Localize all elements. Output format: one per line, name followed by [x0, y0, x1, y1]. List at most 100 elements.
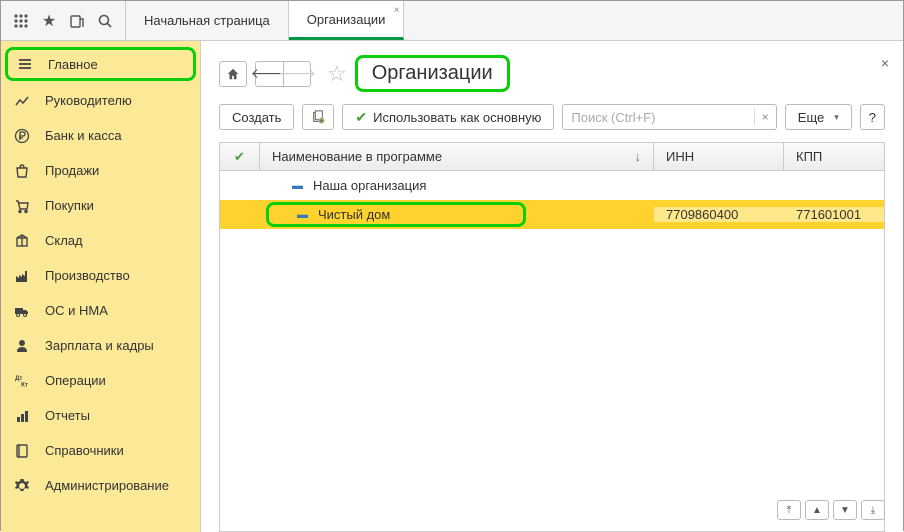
sidebar-item-label: Руководителю	[45, 93, 132, 108]
star-icon[interactable]: ★	[37, 9, 61, 33]
table-header: ✔ Наименование в программе ↓ ИНН КПП	[220, 143, 884, 171]
sidebar-item-label: Администрирование	[45, 478, 169, 493]
search-box[interactable]: ×	[562, 104, 776, 130]
table: ✔ Наименование в программе ↓ ИНН КПП ▬ Н…	[219, 142, 885, 532]
reports-icon	[13, 407, 31, 425]
svg-text:Кт: Кт	[21, 381, 28, 388]
sidebar-item-main[interactable]: Главное	[5, 47, 196, 81]
gear-icon	[13, 477, 31, 495]
top-toolbar: ★ Начальная страница Организации ×	[1, 1, 903, 41]
tab-home-label: Начальная страница	[144, 13, 270, 28]
sidebar-item-label: Зарплата и кадры	[45, 338, 154, 353]
search-clear-icon[interactable]: ×	[754, 108, 772, 126]
table-row-selected[interactable]: ▬ Чистый дом 7709860400 771601001	[220, 200, 884, 229]
column-check[interactable]: ✔	[220, 143, 260, 170]
apps-icon[interactable]	[9, 9, 33, 33]
scroll-down-button[interactable]: ▼	[833, 500, 857, 520]
help-label: ?	[869, 110, 876, 125]
ruble-icon	[13, 127, 31, 145]
check-icon: ✔	[355, 109, 367, 126]
more-button[interactable]: Еще	[785, 104, 852, 130]
help-button[interactable]: ?	[860, 104, 885, 130]
title-highlight: Организации	[355, 55, 510, 92]
sidebar: Главное Руководителю Банк и касса Продаж…	[1, 41, 201, 532]
sidebar-item-admin[interactable]: Администрирование	[1, 468, 200, 503]
bag-icon	[13, 162, 31, 180]
sidebar-item-operations[interactable]: ДтКт Операции	[1, 363, 200, 398]
sidebar-item-reports[interactable]: Отчеты	[1, 398, 200, 433]
column-kpp[interactable]: КПП	[784, 143, 884, 170]
search-input[interactable]	[571, 110, 753, 125]
tab-organizations[interactable]: Организации ×	[289, 1, 405, 40]
more-button-label: Еще	[798, 110, 824, 125]
sidebar-item-label: Главное	[48, 57, 98, 72]
column-kpp-label: КПП	[796, 149, 822, 164]
column-inn-label: ИНН	[666, 149, 694, 164]
create-button-label: Создать	[232, 110, 281, 125]
sidebar-item-label: Покупки	[45, 198, 94, 213]
truck-icon	[13, 302, 31, 320]
content-area: Главное Руководителю Банк и касса Продаж…	[1, 41, 903, 532]
main-panel: × 🡐 🡒 ☆ Организации Создать + ✔ Использо…	[201, 41, 903, 532]
sidebar-item-production[interactable]: Производство	[1, 258, 200, 293]
person-icon	[13, 337, 31, 355]
create-button[interactable]: Создать	[219, 104, 294, 130]
close-panel-icon[interactable]: ×	[881, 55, 889, 71]
factory-icon	[13, 267, 31, 285]
scroll-buttons: ⤒ ▲ ▼ ⤓	[777, 500, 885, 520]
tabs: Начальная страница Организации ×	[126, 1, 404, 40]
sidebar-item-purchases[interactable]: Покупки	[1, 188, 200, 223]
tree-marker-icon: ▬	[297, 209, 308, 221]
column-inn[interactable]: ИНН	[654, 143, 784, 170]
row-kpp-value: 771601001	[784, 207, 884, 222]
toolbar-row: Создать + ✔ Использовать как основную × …	[201, 102, 903, 142]
sidebar-item-label: Производство	[45, 268, 130, 283]
history-icon[interactable]	[65, 9, 89, 33]
box-icon	[13, 232, 31, 250]
sidebar-item-label: ОС и НМА	[45, 303, 108, 318]
sidebar-item-assets[interactable]: ОС и НМА	[1, 293, 200, 328]
sidebar-item-label: Справочники	[45, 443, 124, 458]
sidebar-item-bank[interactable]: Банк и касса	[1, 118, 200, 153]
column-name-label: Наименование в программе	[272, 149, 442, 164]
sidebar-item-label: Склад	[45, 233, 83, 248]
sidebar-item-label: Банк и касса	[45, 128, 122, 143]
tab-organizations-label: Организации	[307, 12, 386, 27]
nav-group: 🡐 🡒	[255, 61, 311, 87]
scroll-bottom-button[interactable]: ⤓	[861, 500, 885, 520]
sidebar-item-directories[interactable]: Справочники	[1, 433, 200, 468]
scroll-up-button[interactable]: ▲	[805, 500, 829, 520]
svg-text:+: +	[320, 118, 323, 124]
cart-icon	[13, 197, 31, 215]
table-row[interactable]: ▬ Наша организация	[220, 171, 884, 200]
main-header: 🡐 🡒 ☆ Организации	[201, 41, 903, 102]
row-name-label: Наша организация	[313, 178, 426, 193]
book-icon	[13, 442, 31, 460]
sidebar-item-label: Продажи	[45, 163, 99, 178]
operations-icon: ДтКт	[13, 372, 31, 390]
sidebar-item-manager[interactable]: Руководителю	[1, 83, 200, 118]
page-title: Организации	[372, 62, 493, 84]
tab-close-icon[interactable]: ×	[394, 5, 400, 16]
use-as-main-label: Использовать как основную	[373, 110, 541, 125]
home-button[interactable]	[219, 61, 247, 87]
top-icons-group: ★	[1, 1, 126, 40]
forward-button[interactable]: 🡒	[283, 61, 311, 87]
use-as-main-button[interactable]: ✔ Использовать как основную	[342, 104, 554, 130]
favorite-star-icon[interactable]: ☆	[327, 61, 347, 87]
sidebar-item-label: Операции	[45, 373, 106, 388]
menu-icon	[16, 55, 34, 73]
row-name-highlight: ▬ Чистый дом	[266, 202, 526, 227]
scroll-top-button[interactable]: ⤒	[777, 500, 801, 520]
column-name[interactable]: Наименование в программе ↓	[260, 143, 654, 170]
sort-icon: ↓	[635, 149, 642, 164]
sidebar-item-salary[interactable]: Зарплата и кадры	[1, 328, 200, 363]
copy-button[interactable]: +	[302, 104, 334, 130]
sidebar-item-warehouse[interactable]: Склад	[1, 223, 200, 258]
row-name-label: Чистый дом	[318, 207, 390, 222]
tab-home[interactable]: Начальная страница	[126, 1, 289, 40]
chart-icon	[13, 92, 31, 110]
tree-marker-icon: ▬	[292, 180, 303, 192]
search-icon[interactable]	[93, 9, 117, 33]
sidebar-item-sales[interactable]: Продажи	[1, 153, 200, 188]
